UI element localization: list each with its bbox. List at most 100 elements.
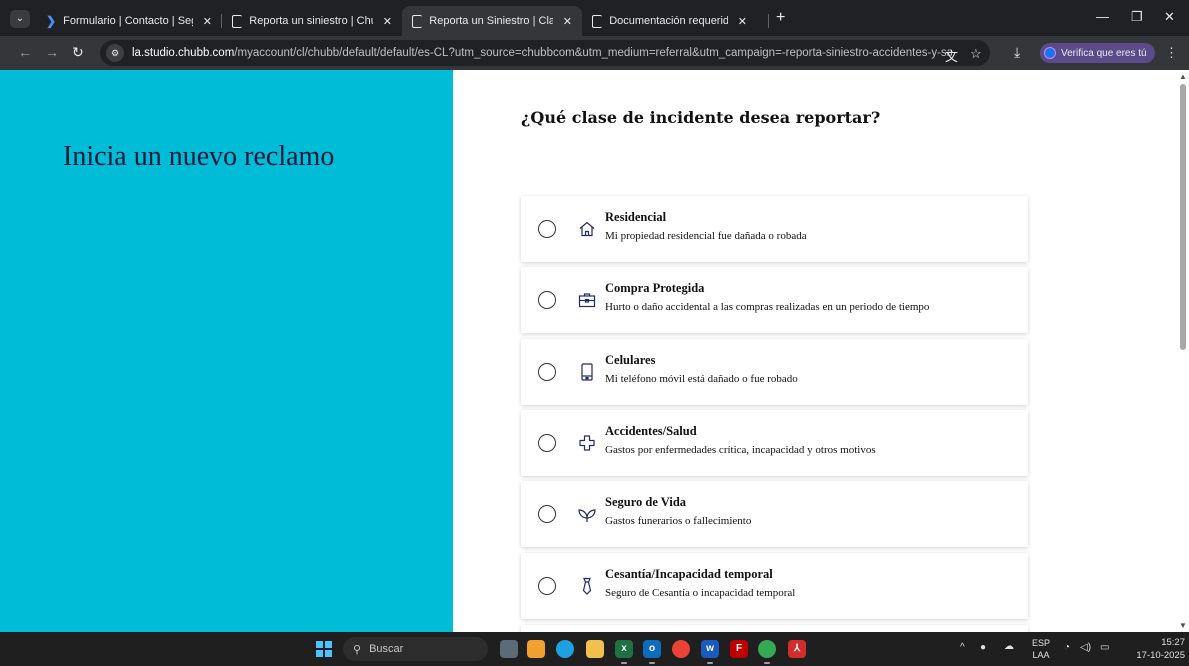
task-view-icon[interactable]: [500, 640, 518, 658]
windows-taskbar: ⚲ Buscar x o w F ⅄ ^ ● ☁ ESP LAA ◔ ◁) ▭ …: [0, 632, 1189, 666]
restore-icon[interactable]: ❐: [1131, 9, 1143, 25]
tray-chevron-icon[interactable]: ^: [960, 642, 965, 653]
back-arrow-icon[interactable]: ←: [18, 45, 32, 59]
acrobat-icon[interactable]: ⅄: [788, 640, 806, 658]
taskbar-search[interactable]: ⚲ Buscar: [343, 637, 488, 661]
tab-divider: [768, 14, 769, 28]
verify-profile-button[interactable]: Verifica que eres tú: [1040, 43, 1155, 63]
download-icon[interactable]: ⤓: [1014, 45, 1020, 59]
option-description: Hurto o daño accidental a las compras re…: [605, 301, 930, 313]
scroll-down-arrow-icon[interactable]: ▼: [1179, 621, 1187, 630]
option-description: Gastos funerarios o fallecimiento: [605, 515, 752, 527]
scroll-up-arrow-icon[interactable]: ▲: [1179, 72, 1187, 81]
incident-option-cesantia[interactable]: Cesantía/Incapacidad temporal Seguro de …: [521, 553, 1028, 619]
browser-toolbar: ← → ↻ ⚙ la.studio.chubb.com/myaccount/cl…: [0, 36, 1189, 70]
option-title: Seguro de Vida: [605, 495, 687, 509]
incident-option-celulares[interactable]: Celulares Mi teléfono móvil está dañado …: [521, 339, 1028, 405]
incident-option-residencial[interactable]: Residencial Mi propiedad residencial fue…: [521, 196, 1028, 262]
tab-search-chevron-icon[interactable]: ⌄: [10, 10, 30, 28]
kebab-menu-icon[interactable]: ⋮: [1165, 45, 1178, 61]
option-title: Accidentes/Salud: [605, 424, 697, 438]
forward-arrow-icon[interactable]: →: [45, 45, 59, 59]
radio-button[interactable]: [538, 363, 556, 381]
widgets-icon[interactable]: [527, 640, 545, 658]
filezilla-icon[interactable]: F: [730, 640, 748, 658]
battery-icon[interactable]: ▭: [1100, 642, 1109, 653]
site-info-icon[interactable]: ⚙: [106, 44, 124, 62]
option-text: Accidentes/Salud Gastos por enfermedades…: [605, 424, 876, 457]
phone-icon: [578, 363, 596, 381]
translate-icon[interactable]: 文: [945, 46, 958, 65]
system-clock[interactable]: 15:27 17-10-2025: [1121, 636, 1185, 662]
clock-date: 17-10-2025: [1136, 650, 1185, 661]
briefcase-icon: [578, 291, 596, 309]
language-secondary: LAA: [1032, 650, 1050, 660]
browser-tab-strip: ⌄ ❯ Formulario | Contacto | Seguros ✕ Re…: [0, 0, 1189, 36]
incident-option-seguro-de-vida[interactable]: Seguro de Vida Gastos funerarios o falle…: [521, 481, 1028, 547]
option-title: Celulares: [605, 353, 656, 367]
close-icon[interactable]: ✕: [563, 15, 572, 28]
option-text: Cesantía/Incapacidad temporal Seguro de …: [605, 567, 795, 600]
option-title: Compra Protegida: [605, 281, 705, 295]
chubb-logo-icon: [412, 14, 423, 28]
close-icon[interactable]: ✕: [738, 15, 747, 28]
option-description: Gastos por enfermedades crítica, incapac…: [605, 444, 876, 456]
option-title: Residencial: [605, 210, 667, 224]
edge-browser-icon[interactable]: [556, 640, 574, 658]
url-path: /myaccount/cl/chubb/default/default/es-C…: [234, 47, 952, 59]
chubb-logo-icon: [232, 14, 243, 28]
house-icon: [578, 220, 596, 238]
tab-reporta-siniestro-claims[interactable]: Reporta un Siniestro | Claims ✕: [402, 6, 582, 36]
tab-documentacion-requerida[interactable]: Documentación requerida para ✕: [582, 6, 757, 36]
leaves-icon: [578, 505, 596, 523]
chubb-logo-icon: [592, 14, 603, 28]
page-scrollbar[interactable]: ▲ ▼: [1177, 70, 1189, 632]
tray-cloud-icon[interactable]: ☁: [1004, 641, 1014, 652]
url-host: la.studio.chubb.com: [132, 47, 235, 59]
incident-question: ¿Qué clase de incidente desea reportar?: [521, 108, 881, 127]
address-bar[interactable]: ⚙ la.studio.chubb.com/myaccount/cl/chubb…: [100, 40, 990, 66]
volume-icon[interactable]: ◁): [1080, 642, 1091, 653]
bookmark-star-icon[interactable]: ☆: [970, 46, 982, 62]
reload-icon[interactable]: ↻: [72, 45, 84, 59]
new-tab-button[interactable]: +: [776, 10, 785, 26]
close-icon[interactable]: ✕: [203, 15, 212, 28]
radio-button[interactable]: [538, 577, 556, 595]
file-explorer-icon[interactable]: [586, 640, 604, 658]
taskbar-search-label: Buscar: [369, 643, 404, 655]
windows-start-icon[interactable]: [316, 641, 332, 657]
search-icon: ⚲: [353, 643, 362, 656]
page-heading: Inicia un nuevo reclamo: [63, 141, 335, 172]
incident-option-accidentes-salud[interactable]: Accidentes/Salud Gastos por enfermedades…: [521, 410, 1028, 476]
option-description: Mi propiedad residencial fue dañada o ro…: [605, 230, 807, 242]
language-indicator[interactable]: ESP LAA: [1032, 637, 1050, 661]
chrome-profile-icon[interactable]: [758, 640, 776, 664]
radio-button[interactable]: [538, 220, 556, 238]
chrome-icon[interactable]: [672, 640, 690, 658]
url-text[interactable]: la.studio.chubb.com/myaccount/cl/chubb/d…: [132, 47, 952, 59]
close-icon[interactable]: ✕: [383, 15, 392, 28]
incident-option-compra-protegida[interactable]: Compra Protegida Hurto o daño accidental…: [521, 267, 1028, 333]
option-title: Cesantía/Incapacidad temporal: [605, 567, 773, 581]
incident-option-partial[interactable]: [521, 625, 1028, 632]
medical-cross-icon: [578, 434, 596, 452]
word-icon[interactable]: w: [701, 640, 719, 664]
excel-icon[interactable]: x: [615, 640, 633, 664]
tray-app-icon[interactable]: ●: [980, 642, 986, 653]
tab-title: Reporta un Siniestro | Claims: [429, 15, 553, 27]
tab-reporta-siniestro-chubb[interactable]: Reporta un siniestro | Chubb ✕: [222, 6, 402, 36]
scrollbar-thumb[interactable]: [1180, 84, 1186, 350]
window-close-icon[interactable]: ✕: [1164, 9, 1175, 25]
option-text: Compra Protegida Hurto o daño accidental…: [605, 281, 929, 314]
option-description: Seguro de Cesantía o incapacidad tempora…: [605, 587, 796, 599]
profile-avatar-icon: [1044, 47, 1056, 59]
minimize-icon[interactable]: —: [1096, 9, 1109, 24]
radio-button[interactable]: [538, 291, 556, 309]
radio-button[interactable]: [538, 505, 556, 523]
chubb-wave-icon: ❯: [46, 14, 57, 28]
tab-formulario-contacto[interactable]: ❯ Formulario | Contacto | Seguros ✕: [36, 6, 222, 36]
tab-title: Formulario | Contacto | Seguros: [63, 15, 193, 27]
radio-button[interactable]: [538, 434, 556, 452]
outlook-icon[interactable]: o: [643, 640, 661, 664]
wifi-icon[interactable]: ◔: [1064, 642, 1070, 653]
